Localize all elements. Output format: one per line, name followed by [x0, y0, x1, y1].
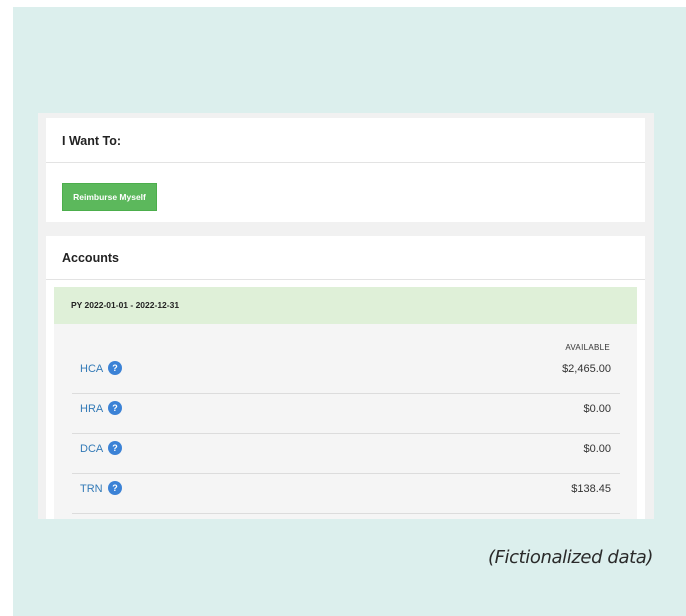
help-icon[interactable]: ? — [108, 441, 122, 455]
accounts-title: Accounts — [46, 236, 645, 280]
help-icon[interactable]: ? — [108, 361, 122, 375]
i-want-to-card: I Want To: Reimburse Myself — [46, 118, 645, 222]
available-column-header: AVAILABLE — [565, 343, 610, 352]
i-want-to-title: I Want To: — [46, 118, 645, 163]
accounts-card: Accounts PY 2022-01-01 - 2022-12-31 AVAI… — [46, 236, 645, 519]
help-icon[interactable]: ? — [108, 401, 122, 415]
account-link-hra[interactable]: HRA — [80, 403, 103, 415]
account-row-trn: TRN ? $138.45 — [72, 473, 620, 514]
account-amount-trn: $138.45 — [571, 483, 611, 495]
account-link-dca[interactable]: DCA — [80, 443, 103, 455]
reimburse-myself-button[interactable]: Reimburse Myself — [62, 183, 157, 211]
fictionalized-data-note: (Fictionalized data) — [487, 547, 653, 568]
plan-year-header: PY 2022-01-01 - 2022-12-31 — [54, 287, 637, 324]
account-row-hca: HCA ? $2,465.00 — [72, 353, 620, 394]
account-link-trn[interactable]: TRN — [80, 483, 103, 495]
dashboard-panel: I Want To: Reimburse Myself Accounts PY … — [38, 113, 654, 519]
plan-year-box: PY 2022-01-01 - 2022-12-31 AVAILABLE HCA… — [54, 287, 637, 519]
account-row-dca: DCA ? $0.00 — [72, 433, 620, 474]
help-icon[interactable]: ? — [108, 481, 122, 495]
account-amount-hra: $0.00 — [583, 403, 611, 415]
account-amount-hca: $2,465.00 — [562, 363, 611, 375]
account-link-hca[interactable]: HCA — [80, 363, 103, 375]
account-row-hra: HRA ? $0.00 — [72, 393, 620, 434]
account-amount-dca: $0.00 — [583, 443, 611, 455]
